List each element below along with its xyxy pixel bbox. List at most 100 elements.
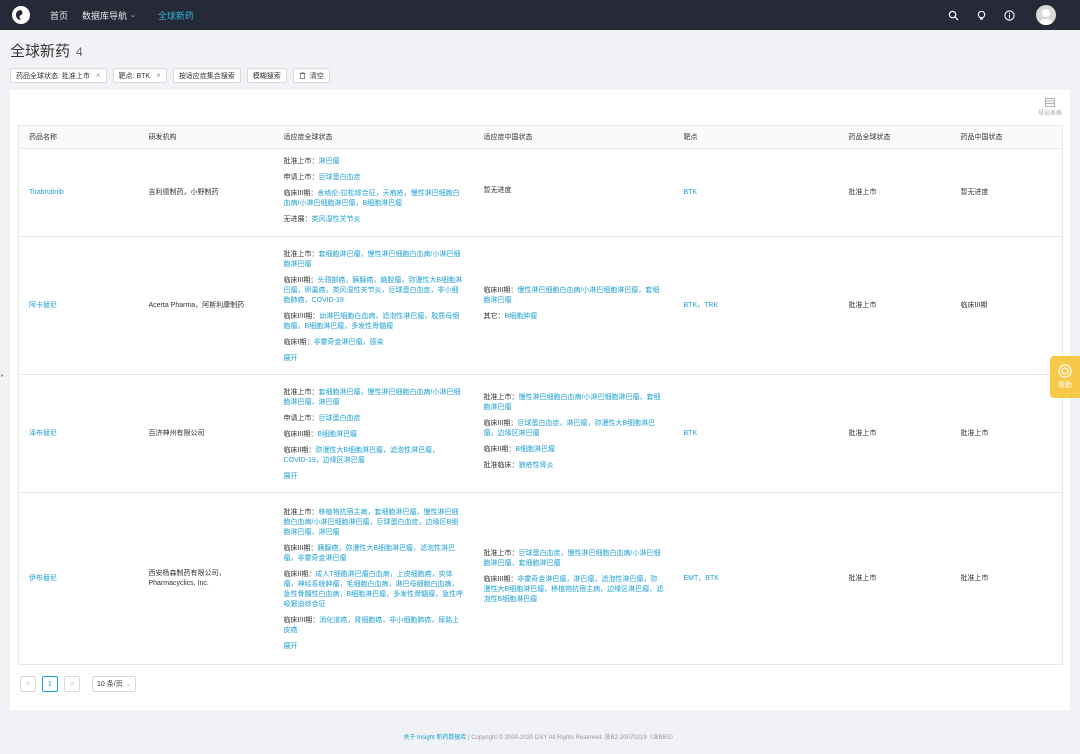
indication-link[interactable]: 非霍奇金淋巴瘤，感染 — [313, 339, 383, 346]
status-label: 临床I/II期： — [283, 616, 320, 624]
status-label: 申请上市： — [283, 173, 319, 181]
status-line: 临床III期：慢性淋巴细胞白血病/小淋巴细胞淋巴瘤，套细胞淋巴瘤 — [484, 286, 664, 306]
indication-link[interactable]: 淋巴瘤 — [319, 158, 340, 165]
cell-global-indication: 批准上市：淋巴瘤 申请上市：巨球蛋白血症 临床III期：舍格伦-拉松综合征，天疱疮，… — [273, 148, 474, 237]
close-icon[interactable]: × — [96, 71, 101, 80]
fuzzy-search-button[interactable]: 模糊搜索 — [246, 68, 287, 83]
expand-link[interactable]: 展开 — [284, 472, 464, 482]
cell-china-indication: 批准上市：巨球蛋白血症，慢性淋巴细胞白血病/小淋巴细胞淋巴瘤，套细胞淋巴瘤 临床I… — [473, 492, 674, 665]
expand-link[interactable]: 展开 — [284, 642, 464, 652]
status-line: 临床III期：胰腺癌，弥漫性大B细胞淋巴瘤，滤泡性淋巴瘤，非霍奇金淋巴瘤 — [284, 544, 464, 564]
page-size-select[interactable]: 10 条/页 ⌄ — [92, 676, 136, 692]
status-line: 临床III期：巨球蛋白血症，淋巴瘤，弥漫性大B细胞淋巴瘤，边缘区淋巴瘤 — [484, 419, 664, 439]
status-line: 批准上市：淋巴瘤 — [284, 157, 464, 167]
target-link[interactable]: BTK — [684, 430, 698, 437]
col-target[interactable]: 靶点 — [673, 125, 839, 149]
status-line: 临床II期：B细胞淋巴瘤 — [484, 445, 664, 455]
drug-name-link[interactable]: 泽布替尼 — [29, 430, 57, 437]
filter-tag-target[interactable]: 靶点: BTK × — [112, 68, 167, 83]
target-link[interactable]: EMT，BTK — [684, 575, 719, 582]
status-label: 临床III期： — [283, 276, 318, 284]
footer-about-link[interactable]: 关于 Insight 新药数据库 — [403, 735, 466, 741]
page-title: 全球新药 4 — [10, 40, 1070, 61]
pagination: < 1 > 10 条/页 ⌄ — [20, 676, 136, 692]
prev-page-button[interactable]: < — [20, 676, 36, 692]
nav-database[interactable]: 数据库导航 ⌄ — [82, 9, 136, 22]
next-page-button[interactable]: > — [64, 676, 80, 692]
avatar[interactable] — [1036, 5, 1056, 25]
indication-link[interactable]: B细胞淋巴瘤 — [317, 431, 357, 438]
col-drug-name[interactable]: 药品名称 — [18, 125, 139, 149]
cell-org: 吉利德制药，小野制药 — [138, 148, 274, 237]
cell-china-status: 批准上市 — [950, 374, 1063, 493]
expand-link[interactable]: 展开 — [284, 354, 464, 364]
status-label: 临床I/II期： — [283, 312, 320, 320]
filter-bar: 药品全球状态: 批准上市 × 靶点: BTK × 按适应症集合搜索 模糊搜索 清空 — [10, 68, 1070, 83]
indication-link[interactable]: 巨球蛋白血症 — [319, 174, 361, 181]
col-china-status[interactable]: 药品中国状态 — [950, 125, 1063, 149]
page-1-button[interactable]: 1 — [42, 676, 58, 692]
table-row: 泽布替尼 百济神州有限公司 批准上市：套细胞淋巴瘤，慢性淋巴细胞白血病/小淋巴细胞淋… — [18, 374, 1063, 493]
top-navigation-bar: 首页 数据库导航 ⌄ 全球新药 — [0, 0, 1080, 30]
info-icon[interactable] — [1002, 8, 1016, 22]
status-label: 临床II期： — [483, 445, 516, 453]
org-text: Acerta Pharma，阿斯利康制药 — [148, 301, 245, 309]
indication-link[interactable]: 狼疮性肾炎 — [519, 462, 554, 469]
global-status-text: 批准上市 — [848, 188, 877, 196]
china-status-text: 临床III期 — [960, 301, 988, 309]
target-link[interactable]: BTK — [684, 189, 698, 196]
status-line: 批准上市：套细胞淋巴瘤，慢性淋巴细胞白血病/小淋巴细胞淋巴瘤，淋巴瘤 — [284, 388, 464, 408]
export-button[interactable]: 导出表格 — [1038, 98, 1062, 117]
status-line: 批准上市：慢性淋巴细胞白血病/小淋巴细胞淋巴瘤，套细胞淋巴瘤 — [484, 393, 664, 413]
clear-button[interactable]: 清空 — [292, 68, 330, 83]
cell-drug-name: 伊布替尼 — [18, 492, 139, 665]
cell-target: BTK — [673, 374, 839, 493]
drug-name-link[interactable]: Tirabrutinib — [29, 189, 64, 196]
logo-icon[interactable] — [12, 6, 30, 24]
col-china-indication[interactable]: 适应症中国状态 — [473, 125, 674, 149]
clear-label: 清空 — [309, 72, 324, 80]
cell-global-indication: 批准上市：移植物抗宿主病，套细胞淋巴瘤，慢性淋巴细胞白血病/小淋巴细胞淋巴瘤，巨… — [273, 492, 474, 665]
status-label: 临床II期： — [283, 570, 316, 578]
col-global-indication[interactable]: 适应症全球状态 — [273, 125, 474, 149]
cell-global-indication: 批准上市：套细胞淋巴瘤，慢性淋巴细胞白血病/小淋巴细胞淋巴瘤 临床III期：头颈部… — [273, 236, 474, 375]
status-label: 临床III期： — [283, 544, 318, 552]
status-label: 临床III期： — [483, 419, 518, 427]
status-label: 临床I期： — [283, 338, 314, 346]
col-global-status[interactable]: 药品全球状态 — [838, 125, 951, 149]
indication-link[interactable]: 巨球蛋白血症 — [319, 415, 361, 422]
cell-china-indication: 暂无进度 — [473, 148, 674, 237]
status-line: 临床I/II期：消化道癌，肾细胞癌，非小细胞肺癌，尿路上皮癌 — [284, 616, 464, 636]
table-header-row: 药品名称 研发机构 适应症全球状态 适应症中国状态 靶点 药品全球状态 药品中国… — [18, 125, 1063, 149]
status-line: 临床II期：弥漫性大B细胞淋巴瘤，滤泡性淋巴瘤，COVID-19，边缘区淋巴瘤 — [284, 446, 464, 466]
status-label: 批准上市： — [483, 393, 519, 401]
help-button[interactable]: 帮助 — [1050, 356, 1080, 398]
drug-name-link[interactable]: 伊布替尼 — [29, 575, 57, 582]
close-icon[interactable]: × — [156, 71, 161, 80]
indication-link[interactable]: 类风湿性关节炎 — [312, 216, 361, 223]
status-label: 临床III期： — [483, 286, 518, 294]
sidebar-toggle-icon[interactable]: ▸ — [1, 372, 4, 379]
table-row: 伊布替尼 西安杨森制药有限公司，Pharmacyclics, Inc. 批准上市：移… — [18, 492, 1063, 665]
cell-china-indication: 临床III期：慢性淋巴细胞白血病/小淋巴细胞淋巴瘤，套细胞淋巴瘤 其它：B细胞肿瘤 — [473, 236, 674, 375]
lightbulb-icon[interactable] — [974, 8, 988, 22]
table-row: Tirabrutinib 吉利德制药，小野制药 批准上市：淋巴瘤 申请上市：巨球蛋白血… — [18, 148, 1063, 237]
filter-tag-global-status[interactable]: 药品全球状态: 批准上市 × — [10, 68, 107, 83]
drug-table: 药品名称 研发机构 适应症全球状态 适应症中国状态 靶点 药品全球状态 药品中国… — [18, 125, 1063, 665]
org-text: 百济神州有限公司 — [148, 429, 205, 437]
cell-china-status: 暂无进度 — [950, 148, 1063, 237]
cell-global-indication: 批准上市：套细胞淋巴瘤，慢性淋巴细胞白血病/小淋巴细胞淋巴瘤，淋巴瘤 申请上市：巨… — [273, 374, 474, 493]
search-icon[interactable] — [946, 8, 960, 22]
status-line: 申请上市：巨球蛋白血症 — [284, 173, 464, 183]
nav-home[interactable]: 首页 — [50, 9, 68, 22]
indication-link[interactable]: B细胞肿瘤 — [505, 313, 538, 320]
nav-global-drugs[interactable]: 全球新药 — [158, 9, 194, 22]
indication-search-button[interactable]: 按适应症集合搜索 — [172, 68, 241, 83]
status-line: 临床III期：非霍奇金淋巴瘤，淋巴瘤，滤泡性淋巴瘤，弥漫性大B细胞淋巴瘤，移植物… — [484, 575, 664, 605]
chevron-down-icon: ⌄ — [125, 681, 131, 688]
col-org[interactable]: 研发机构 — [138, 125, 274, 149]
drug-name-link[interactable]: 阿卡替尼 — [29, 302, 57, 309]
indication-link[interactable]: B细胞淋巴瘤 — [515, 446, 555, 453]
status-label: 批准上市： — [283, 388, 319, 396]
target-link[interactable]: BTK，TRK — [684, 302, 719, 309]
